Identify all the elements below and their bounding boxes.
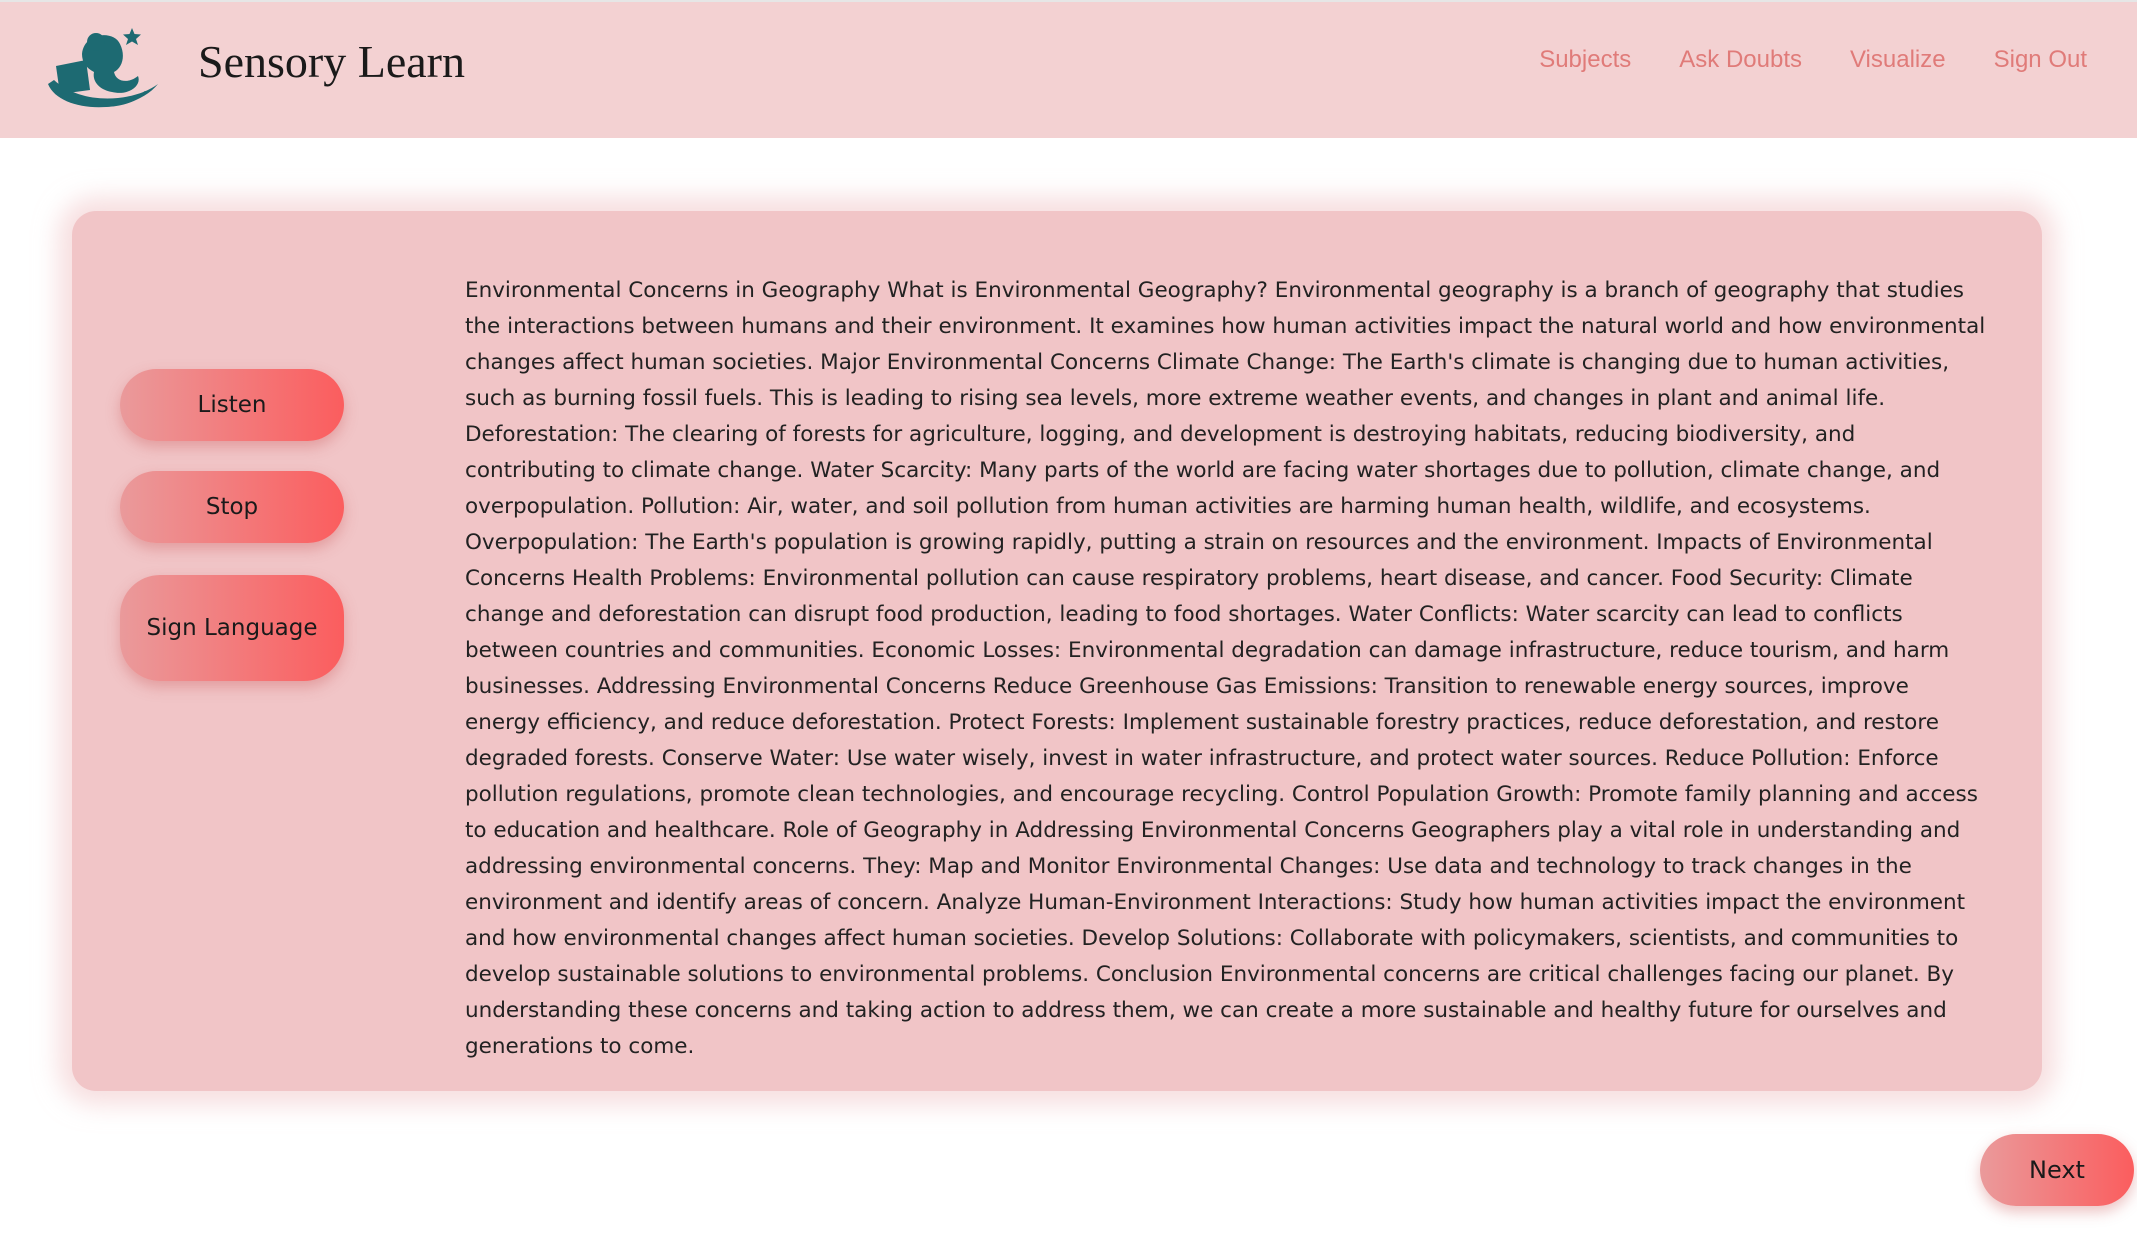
brand-name: Sensory Learn (198, 36, 465, 87)
main-nav: Subjects Ask Doubts Visualize Sign Out (1539, 46, 2087, 74)
nav-link-subjects[interactable]: Subjects (1539, 46, 1631, 74)
top-navbar: Sensory Learn Subjects Ask Doubts Visual… (0, 0, 2137, 138)
reading-student-logo[interactable] (42, 22, 166, 112)
next-button[interactable]: Next (1980, 1134, 2134, 1206)
nav-link-visualize[interactable]: Visualize (1850, 46, 1946, 74)
nav-link-ask-doubts[interactable]: Ask Doubts (1679, 46, 1802, 74)
lesson-card: Listen Stop Sign Language Environmental … (72, 211, 2042, 1091)
nav-link-sign-out[interactable]: Sign Out (1994, 46, 2087, 74)
listen-button[interactable]: Listen (120, 369, 344, 441)
stop-button[interactable]: Stop (120, 471, 344, 543)
sign-language-button[interactable]: Sign Language (120, 575, 344, 681)
lesson-text: Environmental Concerns in Geography What… (465, 278, 1986, 1059)
